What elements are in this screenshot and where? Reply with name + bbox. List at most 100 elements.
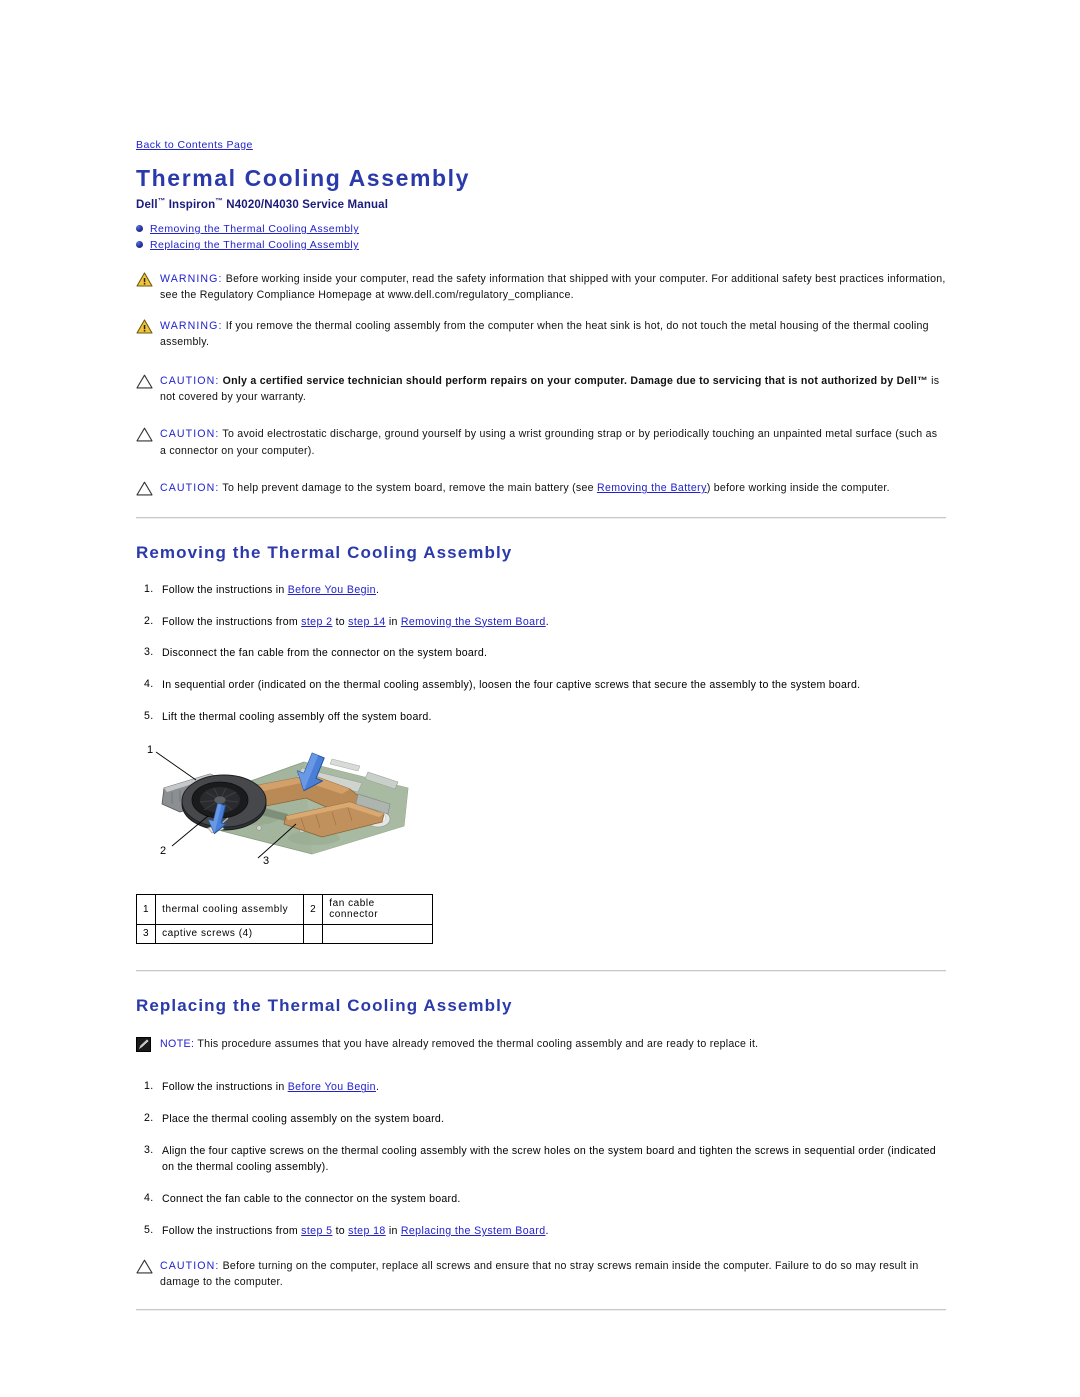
note-block: NOTE: This procedure assumes that you ha… — [136, 1036, 946, 1053]
removing-steps-list: 1. Follow the instructions in Before You… — [136, 583, 946, 726]
legend-number: 3 — [135, 924, 157, 945]
list-item[interactable]: Removing the Thermal Cooling Assembly — [136, 223, 946, 235]
link-step-18[interactable]: step 18 — [348, 1225, 386, 1237]
section-heading-replacing: Replacing the Thermal Cooling Assembly — [136, 996, 513, 1016]
caution-body: To avoid electrostatic discharge, ground… — [160, 428, 938, 457]
bullet-icon — [136, 241, 143, 249]
jump-link-replacing[interactable]: Replacing the Thermal Cooling Assembly — [150, 239, 359, 251]
list-item[interactable]: Replacing the Thermal Cooling Assembly — [136, 239, 946, 251]
legend-label-empty — [322, 924, 434, 945]
legend-number-empty — [303, 924, 324, 945]
list-item: 1. Follow the instructions in Before You… — [136, 1080, 946, 1096]
step-text-mid2: in — [385, 1224, 401, 1237]
link-step-5[interactable]: step 5 — [301, 1225, 332, 1237]
link-step-14[interactable]: step 14 — [348, 616, 386, 628]
step-text-after: . — [375, 1081, 380, 1094]
warning-block: WARNING: If you remove the thermal cooli… — [136, 318, 946, 351]
caution-block: CAUTION: Only a certified service techni… — [136, 373, 946, 406]
replacing-steps-list: 1. Follow the instructions in Before You… — [136, 1080, 946, 1239]
section-divider — [136, 1308, 946, 1311]
link-before-you-begin[interactable]: Before You Begin — [288, 1081, 376, 1093]
step-text: Follow the instructions from step 5 to s… — [162, 1224, 946, 1240]
step-text: Follow the instructions from step 2 to s… — [162, 615, 946, 631]
link-before-you-begin[interactable]: Before You Begin — [288, 584, 376, 596]
step-number: 2. — [144, 614, 154, 627]
section-heading-removing: Removing the Thermal Cooling Assembly — [136, 542, 513, 562]
note-lead: NOTE: — [160, 1038, 195, 1051]
subtitle-inspiron: Inspiron — [165, 198, 216, 211]
subtitle-dell: Dell — [136, 198, 158, 211]
caution-block: CAUTION: To avoid electrostatic discharg… — [136, 426, 946, 459]
step-text-before: Follow the instructions from — [162, 1224, 302, 1237]
back-to-contents-link[interactable]: Back to Contents Page — [136, 139, 253, 151]
step-text: Disconnect the fan cable from the connec… — [162, 647, 488, 660]
caution-text: CAUTION: To help prevent damage to the s… — [158, 480, 946, 496]
trademark-icon: ™ — [215, 196, 223, 206]
caution-block: CAUTION: Before turning on the computer,… — [136, 1258, 946, 1291]
step-text-mid2: in — [385, 615, 401, 628]
step-text-mid: to — [332, 1224, 349, 1237]
warning-triangle-icon — [136, 271, 158, 287]
list-item: 4. Connect the fan cable to the connecto… — [136, 1192, 946, 1208]
caution-body-after: ) before working inside the computer. — [706, 482, 890, 495]
warning-body: Before working inside your computer, rea… — [160, 272, 946, 302]
step-text-before: Follow the instructions from — [162, 615, 302, 628]
caution-triangle-icon — [136, 1258, 158, 1274]
list-item: 3. Align the four captive screws on the … — [136, 1144, 946, 1176]
warning-text: WARNING: If you remove the thermal cooli… — [158, 318, 946, 351]
caution-lead: CAUTION: — [160, 1259, 220, 1272]
callout-number-1: 1 — [147, 744, 153, 756]
step-number: 4. — [144, 678, 154, 691]
note-pencil-icon — [136, 1036, 158, 1053]
list-item: 3. Disconnect the fan cable from the con… — [136, 646, 946, 662]
step-number: 4. — [144, 1192, 154, 1205]
legend-number: 1 — [135, 894, 157, 926]
step-text-before: Follow the instructions in — [162, 1081, 288, 1094]
caution-triangle-icon — [136, 426, 158, 442]
warning-text: WARNING: Before working inside your comp… — [158, 271, 946, 304]
link-step-2[interactable]: step 2 — [301, 616, 332, 628]
note-body: This procedure assumes that you have alr… — [194, 1038, 759, 1051]
step-number: 5. — [144, 1223, 154, 1236]
caution-text: CAUTION: Before turning on the computer,… — [158, 1258, 946, 1291]
link-replacing-the-system-board[interactable]: Replacing the System Board — [401, 1225, 546, 1237]
caution-body-before: To help prevent damage to the system boa… — [219, 482, 597, 495]
list-item: 1. Follow the instructions in Before You… — [136, 583, 946, 599]
page-title: Thermal Cooling Assembly — [136, 165, 471, 191]
step-text-after: . — [545, 1224, 549, 1237]
warning-block: WARNING: Before working inside your comp… — [136, 271, 946, 304]
step-number: 1. — [144, 1080, 154, 1093]
caution-block: CAUTION: To help prevent damage to the s… — [136, 480, 946, 496]
table-row: 1 thermal cooling assembly 2 fan cable c… — [135, 894, 434, 926]
step-number: 3. — [144, 646, 154, 659]
callout-number-3: 3 — [263, 855, 269, 867]
caution-text: CAUTION: Only a certified service techni… — [158, 373, 946, 406]
step-text: Follow the instructions in Before You Be… — [162, 1080, 946, 1096]
caution-lead: CAUTION: — [160, 374, 220, 387]
caution-triangle-icon — [136, 373, 158, 389]
caution-lead: CAUTION: — [160, 482, 220, 495]
subtitle-model: N4020/N4030 Service Manual — [222, 198, 389, 211]
warning-body: If you remove the thermal cooling assemb… — [160, 319, 929, 349]
caution-triangle-icon — [136, 480, 158, 496]
step-text: Align the four captive screws on the the… — [162, 1145, 936, 1174]
section-divider — [136, 516, 946, 519]
link-removing-the-battery[interactable]: Removing the Battery — [597, 482, 707, 494]
list-item: 4. In sequential order (indicated on the… — [136, 678, 946, 694]
link-removing-the-system-board[interactable]: Removing the System Board — [401, 616, 546, 628]
section-divider — [136, 970, 946, 973]
caution-lead: CAUTION: — [160, 428, 220, 441]
bullet-icon — [136, 225, 143, 233]
figure-legend-table: 1 thermal cooling assembly 2 fan cable c… — [135, 894, 434, 945]
step-text: Follow the instructions in Before You Be… — [162, 583, 946, 599]
callout-number-2: 2 — [160, 845, 166, 857]
list-item: 2. Place the thermal cooling assembly on… — [136, 1112, 946, 1128]
figure-thermal-cooling-assembly: 1 2 3 — [136, 742, 436, 877]
list-item: 5. Follow the instructions from step 5 t… — [136, 1224, 946, 1240]
jump-link-removing[interactable]: Removing the Thermal Cooling Assembly — [150, 223, 359, 235]
legend-label: fan cable connector — [322, 894, 434, 926]
warning-triangle-icon — [136, 318, 158, 334]
caution-text: CAUTION: To avoid electrostatic discharg… — [158, 426, 946, 459]
legend-number: 2 — [303, 894, 324, 926]
document-page: Back to Contents Page Thermal Cooling As… — [135, 0, 946, 1311]
